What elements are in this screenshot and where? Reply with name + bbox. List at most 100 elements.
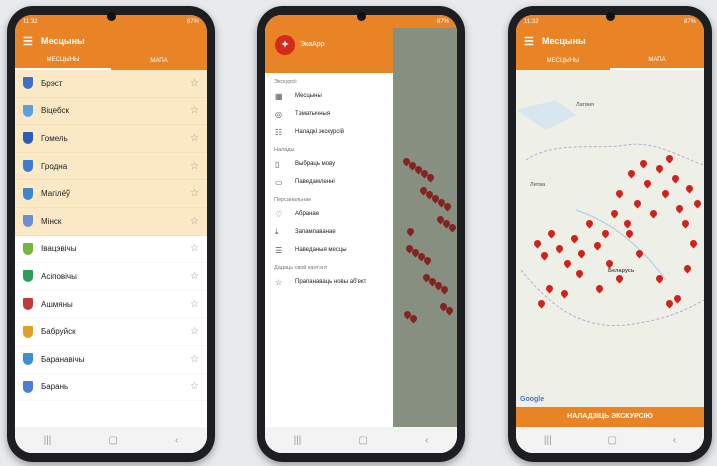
place-name: Віцебск [41, 106, 69, 116]
list-item[interactable]: Асіповічы ☆ [15, 263, 207, 291]
drawer-header: ✦ ЭкаАрр [265, 15, 393, 73]
drawer-item[interactable]: ◎ Тэматычныя [265, 105, 393, 123]
place-name: Гродна [41, 161, 68, 171]
favorite-star-icon[interactable]: ☆ [190, 271, 199, 282]
phone-drawer: 11:32 87% ✦ ЭкаАрр Экскурсіі▦Месцыны◎Тэм… [257, 6, 465, 462]
list-item[interactable]: Гродна ☆ [15, 152, 207, 181]
home-button[interactable]: ▢ [108, 435, 117, 446]
list-icon: ☰ [275, 245, 283, 255]
drawer-item-label: Выбраць мову [295, 161, 336, 167]
drawer-item-label: Тэматычныя [295, 111, 331, 117]
status-battery: 87% [683, 18, 696, 25]
drawer-item-label: Наведаныя месцы [295, 247, 347, 253]
back-button[interactable]: ‹ [673, 435, 676, 446]
system-nav: ||| ▢ ‹ [516, 427, 704, 453]
target-icon: ◎ [275, 109, 282, 119]
drawer-section-title: Налады [274, 147, 295, 153]
home-button[interactable]: ▢ [607, 435, 616, 446]
favorite-star-icon[interactable]: ☆ [190, 354, 199, 365]
back-button[interactable]: ‹ [175, 435, 178, 446]
drawer-item-label: Наладкі экскурсій [295, 129, 345, 135]
favorite-star-icon[interactable]: ☆ [190, 326, 199, 337]
drawer-section-title: Дадаць свой кантэнт [274, 265, 328, 271]
back-button[interactable]: ‹ [425, 435, 428, 446]
favorite-star-icon[interactable]: ☆ [190, 299, 199, 310]
heart-icon: ♡ [275, 209, 283, 219]
navigation-drawer: ✦ ЭкаАрр Экскурсіі ▦ Месцыны ◎ Тэматычныя ☷ На… [265, 15, 393, 427]
menu-icon[interactable]: ☰ [524, 35, 542, 48]
list-item[interactable]: Брэст ☆ [15, 70, 207, 98]
tab-places[interactable]: МЕСЦЫНЫ [516, 54, 610, 70]
recent-apps-button[interactable]: ||| [544, 435, 552, 446]
list-item[interactable]: Івацэвічы ☆ [15, 236, 207, 264]
phone-map: 11:32 87% ☰ Месцыны МЕСЦЫНЫ МАПА Латвия … [508, 6, 712, 462]
screen: 11:32 87% ✦ ЭкаАрр Экскурсіі▦Месцыны◎Тэм… [265, 15, 457, 453]
drawer-item-label: Прапанаваць новы аб'ект [295, 279, 367, 285]
phone-places-list: 11:32 87% ☰ Месцыны МЕСЦЫНЫ МАПА Брэст ☆ В… [7, 6, 215, 462]
map-label-lithuania: Литва [530, 182, 546, 188]
drawer-item[interactable]: ♡ Абранае [265, 205, 393, 223]
recent-apps-button[interactable]: ||| [44, 435, 52, 446]
place-name: Брэст [41, 78, 63, 88]
app-logo-icon: ✦ [275, 35, 295, 55]
screen: 11:32 87% ☰ Месцыны МЕСЦЫНЫ МАПА Латвия … [516, 15, 704, 453]
map-label-latvia: Латвия [576, 102, 595, 108]
place-name: Гомель [41, 133, 68, 143]
status-battery: 87% [186, 18, 199, 25]
map-view[interactable]: Латвия Литва Беларусь Google НАЛАДЗІЦЬ Э… [516, 70, 704, 427]
drawer-item-label: Паведамленні [295, 179, 335, 185]
grid-icon: ▦ [275, 91, 283, 101]
list-item[interactable]: Мінск ☆ [15, 207, 207, 236]
favorite-star-icon[interactable]: ☆ [190, 161, 199, 172]
drawer-app-name: ЭкаАрр [300, 41, 325, 48]
sliders-icon: ☷ [275, 127, 283, 137]
drawer-item[interactable]: ☰ Наведаныя месцы [265, 241, 393, 259]
favorite-star-icon[interactable]: ☆ [190, 243, 199, 254]
favorite-star-icon[interactable]: ☆ [190, 105, 199, 116]
download-icon: ⤓ [275, 227, 279, 236]
coat-of-arms-icon [23, 77, 33, 90]
place-name: Івацэвічы [41, 244, 77, 254]
place-name: Мінск [41, 216, 62, 226]
setup-tour-button[interactable]: НАЛАДЗІЦЬ ЭКСКУРСІЮ [516, 407, 704, 427]
drawer-item[interactable]: ▯ Выбраць мову [265, 155, 393, 173]
list-item[interactable]: Бабруйск ☆ [15, 318, 207, 346]
favorite-star-icon[interactable]: ☆ [190, 133, 199, 144]
favorite-star-icon[interactable]: ☆ [190, 381, 199, 392]
tab-places[interactable]: МЕСЦЫНЫ [15, 54, 111, 70]
list-item[interactable]: Гомель ☆ [15, 125, 207, 153]
coat-of-arms-icon [23, 160, 33, 173]
star-icon: ☆ [275, 277, 283, 287]
drawer-item[interactable]: ☷ Наладкі экскурсій [265, 123, 393, 141]
list-item[interactable]: Барань ☆ [15, 374, 207, 402]
doc-icon: ▯ [275, 159, 280, 169]
app-title: Месцыны [542, 36, 586, 46]
coat-of-arms-icon [23, 242, 33, 255]
drawer-item-label: Абранае [295, 211, 320, 217]
coat-of-arms-icon [23, 132, 33, 145]
drawer-section-title: Экскурсіі [274, 79, 297, 85]
favorite-star-icon[interactable]: ☆ [190, 216, 199, 227]
list-item[interactable]: Віцебск ☆ [15, 97, 207, 126]
list-item[interactable]: Магілёў ☆ [15, 180, 207, 208]
list-item[interactable]: Баранавічы ☆ [15, 346, 207, 374]
tab-map[interactable]: МАПА [111, 54, 207, 70]
home-button[interactable]: ▢ [358, 435, 367, 446]
places-list: Брэст ☆ Віцебск ☆ Гомель ☆ Гродна ☆ Магілёў ☆ Мінс… [15, 70, 207, 402]
list-item[interactable]: Ашмяны ☆ [15, 291, 207, 319]
recent-apps-button[interactable]: ||| [294, 435, 302, 446]
drawer-item[interactable]: ☆ Прапанаваць новы аб'ект [265, 273, 393, 291]
drawer-item[interactable]: ⤓ Запампаванае [265, 223, 393, 241]
phone-icon: ▭ [275, 177, 283, 187]
menu-icon[interactable]: ☰ [23, 35, 41, 48]
favorite-star-icon[interactable]: ☆ [190, 78, 199, 89]
drawer-item[interactable]: ▭ Паведамленні [265, 173, 393, 191]
tab-bar: МЕСЦЫНЫ МАПА [15, 54, 207, 70]
drawer-item[interactable]: ▦ Месцыны [265, 87, 393, 105]
tab-map[interactable]: МАПА [610, 54, 704, 70]
favorite-star-icon[interactable]: ☆ [190, 188, 199, 199]
tab-bar: МЕСЦЫНЫ МАПА [516, 54, 704, 70]
app-bar: ☰ Месцыны [15, 28, 207, 54]
place-name: Магілёў [41, 189, 71, 199]
place-name: Барань [41, 382, 69, 392]
